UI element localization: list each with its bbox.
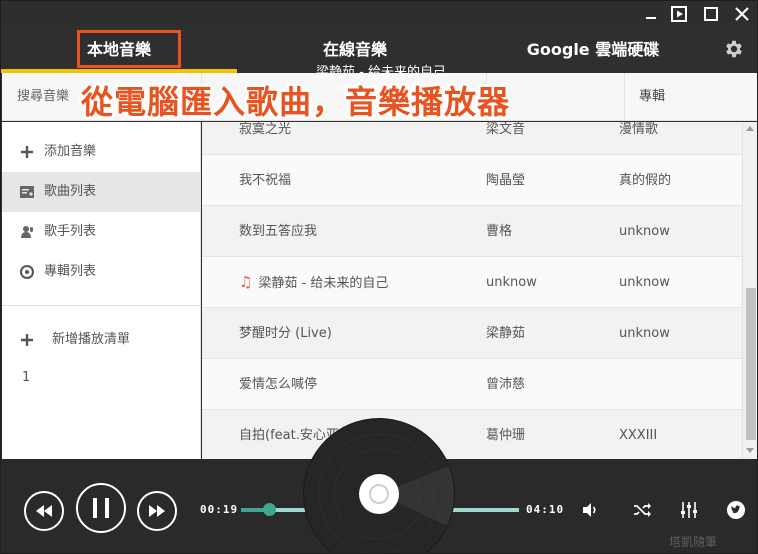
song-album: 漫情歌	[619, 122, 659, 137]
total-time: 04:10	[526, 503, 565, 516]
add-playlist-button[interactable]: 新增播放清單	[2, 322, 201, 358]
sidebar-divider	[2, 305, 201, 306]
fast-forward-icon	[149, 505, 165, 517]
minimize-button[interactable]	[641, 4, 661, 24]
sidebar: 添加音樂 歌曲列表 歌手列表 專輯列表 新增播放清單 1	[2, 122, 201, 459]
song-album: XXXIII	[619, 428, 658, 443]
song-title: 我不祝福	[239, 173, 292, 188]
watermark: 塔凱隨筆	[669, 535, 718, 549]
song-album: 真的假的	[619, 173, 672, 188]
close-icon	[735, 7, 749, 21]
maximize-button[interactable]	[701, 4, 721, 24]
disc-icon	[20, 265, 34, 279]
equalizer-icon[interactable]	[680, 501, 698, 519]
table-row[interactable]: 数到五答应我 曹格 unknow	[202, 206, 742, 257]
sidebar-item-singer-list[interactable]: 歌手列表	[2, 212, 201, 252]
song-artist: 曾沛慈	[486, 377, 526, 392]
table-row[interactable]: 我不祝福 陶晶瑩 真的假的	[202, 155, 742, 206]
table-row[interactable]: 梦醒时分 (Live) 梁静茹 unknow	[202, 308, 742, 359]
current-time: 00:19	[200, 503, 239, 516]
song-title: 寂寞之光	[239, 122, 292, 137]
close-button[interactable]	[732, 4, 752, 24]
song-artist: 梁文音	[486, 122, 526, 137]
song-artist: 曹格	[486, 224, 513, 239]
music-player-window: 本地音樂 在線音樂 Google 雲端硬碟 專輯 從電腦匯入歌曲，音樂播放器 添…	[0, 0, 758, 554]
song-album: unknow	[619, 326, 670, 341]
play-square-icon	[671, 6, 687, 22]
song-artist: 葛仲珊	[486, 428, 526, 443]
plus-icon	[21, 146, 33, 158]
scroll-down-arrow-icon[interactable]	[746, 448, 754, 453]
table-row-playing[interactable]: ♫ 梁静茹 - 给未来的自己 unknow unknow	[202, 257, 742, 308]
singer-icon	[21, 226, 33, 238]
sidebar-item-album-list[interactable]: 專輯列表	[2, 252, 201, 292]
minimize-icon	[646, 17, 656, 19]
song-title-text: 梁静茹 - 给未来的自己	[258, 276, 389, 291]
table-row[interactable]: 寂寞之光 梁文音 漫情歌	[202, 122, 742, 155]
song-album	[619, 359, 739, 410]
sidebar-item-label: 歌手列表	[44, 224, 97, 239]
rewind-icon	[36, 505, 52, 517]
maximize-icon	[704, 7, 718, 21]
song-artist: 陶晶瑩	[486, 173, 526, 188]
sidebar-item-label: 專輯列表	[44, 264, 97, 279]
song-title: 梦醒时分 (Live)	[239, 326, 332, 341]
table-row[interactable]: 自拍(feat.安心亚) 葛仲珊 XXXIII	[202, 410, 742, 459]
pause-button[interactable]	[76, 483, 126, 533]
song-album: unknow	[619, 224, 670, 239]
scrollbar[interactable]	[742, 122, 757, 459]
song-artist: unknow	[486, 275, 537, 290]
next-button[interactable]	[137, 491, 177, 531]
plus-icon	[21, 334, 33, 346]
add-playlist-label: 新增播放清單	[52, 332, 131, 347]
scroll-up-arrow-icon[interactable]	[746, 126, 754, 131]
song-title: 数到五答应我	[239, 224, 318, 239]
title-bar	[1, 1, 757, 27]
pause-icon	[93, 498, 109, 518]
shuffle-icon[interactable]	[633, 501, 651, 519]
progress-knob[interactable]	[263, 503, 276, 516]
mini-player-button[interactable]	[669, 4, 689, 24]
song-artist: 梁静茹	[486, 326, 526, 341]
sidebar-item-song-list[interactable]: 歌曲列表	[2, 172, 201, 212]
playlist-item[interactable]: 1	[22, 370, 30, 385]
annotation-banner: 從電腦匯入歌曲，音樂播放器	[81, 83, 511, 121]
sidebar-item-label: 添加音樂	[44, 144, 97, 159]
gear-icon[interactable]	[723, 38, 745, 60]
sidebar-item-label: 歌曲列表	[44, 184, 97, 199]
song-album: unknow	[619, 275, 670, 290]
twitter-icon[interactable]	[727, 501, 745, 519]
column-header-album[interactable]: 專輯	[624, 73, 757, 120]
song-list: 寂寞之光 梁文音 漫情歌 我不祝福 陶晶瑩 真的假的 数到五答应我 曹格 unk…	[202, 122, 742, 459]
music-note-icon: ♫	[239, 273, 253, 291]
scrollbar-thumb[interactable]	[746, 288, 756, 440]
vinyl-disc-artwork	[304, 419, 454, 553]
previous-button[interactable]	[24, 491, 64, 531]
sidebar-item-add-music[interactable]: 添加音樂	[2, 132, 201, 172]
annotation-highlight-box	[77, 30, 181, 68]
list-icon	[20, 186, 34, 198]
song-title: ♫ 梁静茹 - 给未来的自己	[239, 257, 479, 308]
song-title: 爱情怎么喊停	[239, 377, 318, 392]
disc-hole	[369, 484, 389, 504]
volume-icon[interactable]	[581, 501, 599, 519]
table-row[interactable]: 爱情怎么喊停 曾沛慈	[202, 359, 742, 410]
